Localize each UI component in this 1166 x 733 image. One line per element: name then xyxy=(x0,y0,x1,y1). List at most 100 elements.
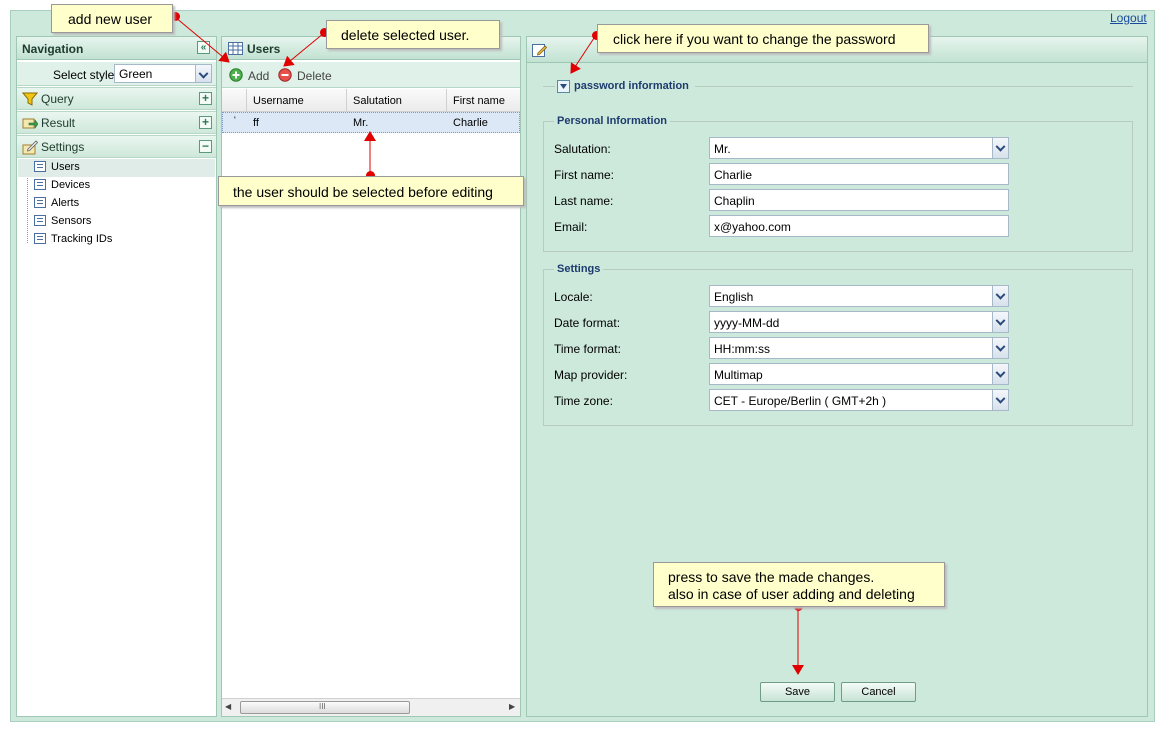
collapse-settings-icon[interactable]: − xyxy=(199,140,212,153)
select-style-combo[interactable]: Green xyxy=(114,64,212,83)
scrollbar-grip: III xyxy=(319,702,326,711)
chevron-down-icon xyxy=(560,84,567,89)
grid-header-salutation[interactable]: Salutation xyxy=(347,89,447,112)
chevron-down-icon[interactable] xyxy=(992,312,1008,332)
chevron-down-icon[interactable] xyxy=(992,338,1008,358)
list-icon xyxy=(34,197,46,208)
password-information-toggle[interactable]: password information xyxy=(555,79,695,95)
accordion-result-label: Result xyxy=(41,116,76,130)
select-style-label: Select style xyxy=(53,68,115,82)
cancel-button[interactable]: Cancel xyxy=(841,682,916,702)
navigation-title: Navigation xyxy=(22,42,84,56)
password-information-label: password information xyxy=(574,80,689,92)
salutation-combo[interactable]: Mr. xyxy=(709,137,1009,159)
salutation-label: Salutation: xyxy=(554,142,611,156)
grid-header-username-label: Username xyxy=(253,95,304,107)
callout-delete-selected: delete selected user. xyxy=(326,20,500,49)
map-provider-label: Map provider: xyxy=(554,368,628,382)
scrollbar-thumb[interactable]: III xyxy=(240,701,410,714)
tree-item-devices-label: Devices xyxy=(51,179,91,191)
callout-save-line-1: press to save the made changes. xyxy=(668,569,875,585)
users-panel: Users Add Delete Username Salutation Fir… xyxy=(221,36,521,717)
callout-save-changes: press to save the made changes. also in … xyxy=(653,562,945,607)
time-zone-label: Time zone: xyxy=(554,394,613,408)
tree-item-alerts-label: Alerts xyxy=(51,197,80,209)
date-format-combo[interactable]: yyyy-MM-dd xyxy=(709,311,1009,333)
expand-password-icon[interactable] xyxy=(557,80,570,93)
delete-user-button[interactable]: Delete xyxy=(278,68,334,84)
tree-item-users-label: Users xyxy=(51,161,80,173)
navigation-panel: Navigation « Select style Green Query + … xyxy=(16,36,217,717)
locale-combo[interactable]: English xyxy=(709,285,1009,307)
chevron-down-icon[interactable] xyxy=(992,364,1008,384)
tree-item-tracking-ids-label: Tracking IDs xyxy=(51,233,113,245)
last-name-value: Chaplin xyxy=(714,194,755,208)
accordion-settings-label: Settings xyxy=(41,140,85,154)
expand-result-icon[interactable]: + xyxy=(199,116,212,129)
navigation-header: Navigation « xyxy=(17,37,216,60)
add-icon xyxy=(229,68,243,82)
time-format-combo[interactable]: HH:mm:ss xyxy=(709,337,1009,359)
chevron-down-icon[interactable] xyxy=(992,286,1008,306)
result-arrow-icon xyxy=(22,118,38,129)
callout-add-new-user-text: add new user xyxy=(68,11,153,27)
email-label: Email: xyxy=(554,220,588,234)
date-format-value: yyyy-MM-dd xyxy=(714,316,780,330)
last-name-field[interactable]: Chaplin xyxy=(709,189,1009,211)
map-provider-combo[interactable]: Multimap xyxy=(709,363,1009,385)
first-name-value: Charlie xyxy=(714,168,753,182)
grid-header-username[interactable]: Username xyxy=(247,89,347,112)
salutation-value: Mr. xyxy=(714,142,731,156)
horizontal-scrollbar[interactable]: ◀ III ▶ xyxy=(222,698,520,716)
table-row[interactable]: ' ff Mr. Charlie xyxy=(222,112,520,133)
callout-select-before-edit: the user should be selected before editi… xyxy=(218,176,524,206)
first-name-field[interactable]: Charlie xyxy=(709,163,1009,185)
expand-query-icon[interactable]: + xyxy=(199,92,212,105)
users-toolbar: Add Delete xyxy=(222,62,520,88)
callout-add-new-user: add new user xyxy=(51,4,173,33)
time-format-label: Time format: xyxy=(554,342,621,356)
select-style-value: Green xyxy=(119,67,153,81)
collapse-panel-icon[interactable]: « xyxy=(197,41,210,54)
accordion-settings[interactable]: Settings − xyxy=(17,135,216,158)
scroll-right-icon[interactable]: ▶ xyxy=(509,702,515,711)
map-provider-value: Multimap xyxy=(714,368,763,382)
chevron-down-icon[interactable] xyxy=(195,65,211,82)
accordion-result[interactable]: Result + xyxy=(17,111,216,134)
list-icon xyxy=(34,233,46,244)
chevron-down-icon[interactable] xyxy=(992,138,1008,158)
grid-header-salutation-label: Salutation xyxy=(353,95,402,107)
row-marker: ' xyxy=(234,115,236,125)
logout-link[interactable]: Logout xyxy=(1110,11,1147,25)
cell-username: ff xyxy=(253,117,259,129)
last-name-label: Last name: xyxy=(554,194,614,208)
list-icon xyxy=(34,179,46,190)
add-user-button[interactable]: Add xyxy=(229,68,271,84)
delete-user-label: Delete xyxy=(297,69,332,83)
accordion-query-label: Query xyxy=(41,92,74,106)
chevron-down-icon[interactable] xyxy=(992,390,1008,410)
save-button[interactable]: Save xyxy=(760,682,835,702)
scroll-left-icon[interactable]: ◀ xyxy=(225,702,231,711)
users-title: Users xyxy=(247,42,281,56)
cell-first-name: Charlie xyxy=(453,117,488,129)
list-icon xyxy=(34,215,46,226)
personal-information-legend: Personal Information xyxy=(554,115,671,127)
accordion-query[interactable]: Query + xyxy=(17,87,216,110)
first-name-label: First name: xyxy=(554,168,615,182)
date-format-label: Date format: xyxy=(554,316,621,330)
settings-pencil-icon xyxy=(22,140,38,155)
email-field[interactable]: x@yahoo.com xyxy=(709,215,1009,237)
time-format-value: HH:mm:ss xyxy=(714,342,770,356)
edit-form-icon xyxy=(532,44,548,57)
tree-item-sensors-label: Sensors xyxy=(51,215,92,227)
grid-header-rownum xyxy=(222,89,247,112)
grid-header-first-name[interactable]: First name xyxy=(447,89,520,112)
grid-icon xyxy=(228,42,243,55)
settings-legend: Settings xyxy=(554,263,604,275)
callout-select-before-edit-text: the user should be selected before editi… xyxy=(233,184,493,200)
callout-change-password: click here if you want to change the pas… xyxy=(597,24,929,53)
time-zone-combo[interactable]: CET - Europe/Berlin ( GMT+2h ) xyxy=(709,389,1009,411)
delete-icon xyxy=(278,68,292,82)
callout-change-password-text: click here if you want to change the pas… xyxy=(613,31,896,47)
